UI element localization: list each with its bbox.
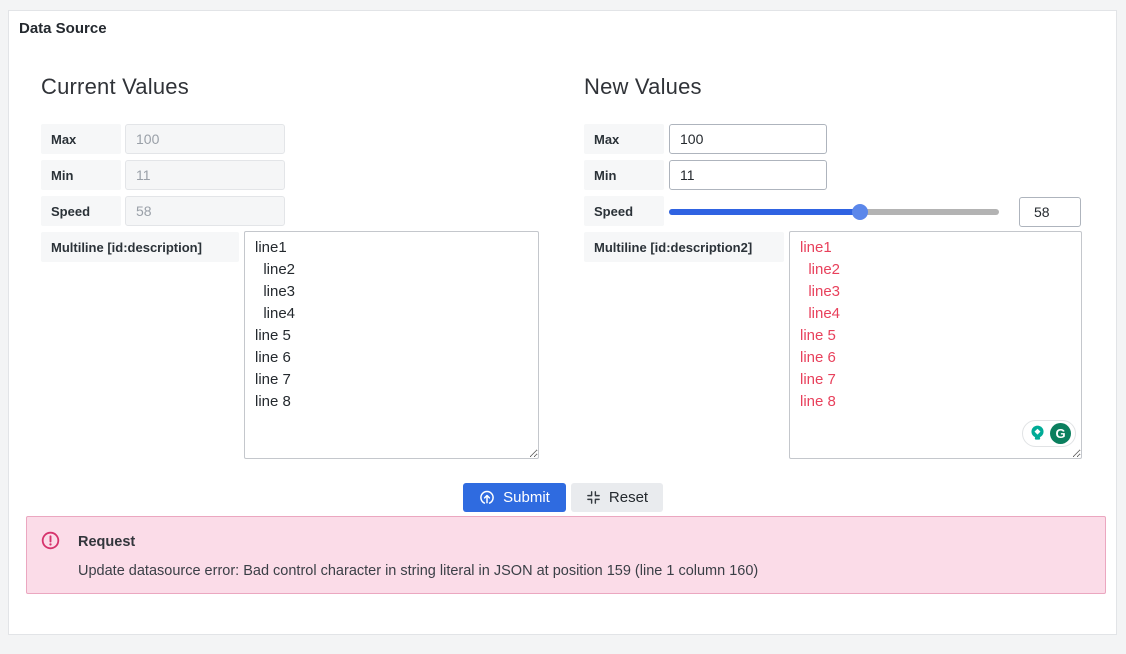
current-min-label: Min	[41, 160, 121, 190]
current-max-input[interactable]	[125, 124, 285, 154]
grammarly-widget[interactable]: G	[1022, 420, 1076, 447]
current-multiline-textarea[interactable]	[244, 231, 539, 459]
new-max-input[interactable]	[669, 124, 827, 154]
submit-button-label: Submit	[503, 489, 550, 506]
new-values-heading: New Values	[584, 74, 702, 100]
new-speed-label: Speed	[584, 196, 664, 226]
speed-slider[interactable]	[669, 209, 999, 215]
new-min-input[interactable]	[669, 160, 827, 190]
current-speed-label: Speed	[41, 196, 121, 226]
new-multiline-label: Multiline [id:description2]	[584, 232, 784, 262]
data-source-panel: Data Source Current Values Max Min Speed…	[8, 10, 1117, 635]
grammarly-g-icon[interactable]: G	[1050, 423, 1071, 444]
new-max-label: Max	[584, 124, 664, 154]
current-max-label: Max	[41, 124, 121, 154]
reset-collapse-icon	[586, 490, 601, 505]
current-values-heading: Current Values	[41, 74, 189, 100]
new-speed-value-input[interactable]	[1019, 197, 1081, 227]
alert-title: Request	[78, 534, 135, 550]
upload-icon	[479, 490, 495, 506]
speed-slider-thumb[interactable]	[852, 204, 868, 220]
new-min-label: Min	[584, 160, 664, 190]
reset-button-label: Reset	[609, 489, 648, 506]
current-speed-input[interactable]	[125, 196, 285, 226]
reset-button[interactable]: Reset	[571, 483, 663, 512]
request-error-alert: Request Update datasource error: Bad con…	[26, 516, 1106, 594]
current-min-input[interactable]	[125, 160, 285, 190]
panel-title: Data Source	[19, 20, 107, 37]
submit-button[interactable]: Submit	[463, 483, 566, 512]
alert-message: Update datasource error: Bad control cha…	[78, 563, 758, 579]
grammarly-suggestion-lightbulb-icon[interactable]	[1027, 423, 1048, 444]
speed-slider-fill	[669, 209, 860, 215]
error-circle-exclamation-icon	[41, 531, 60, 555]
current-multiline-label: Multiline [id:description]	[41, 232, 239, 262]
